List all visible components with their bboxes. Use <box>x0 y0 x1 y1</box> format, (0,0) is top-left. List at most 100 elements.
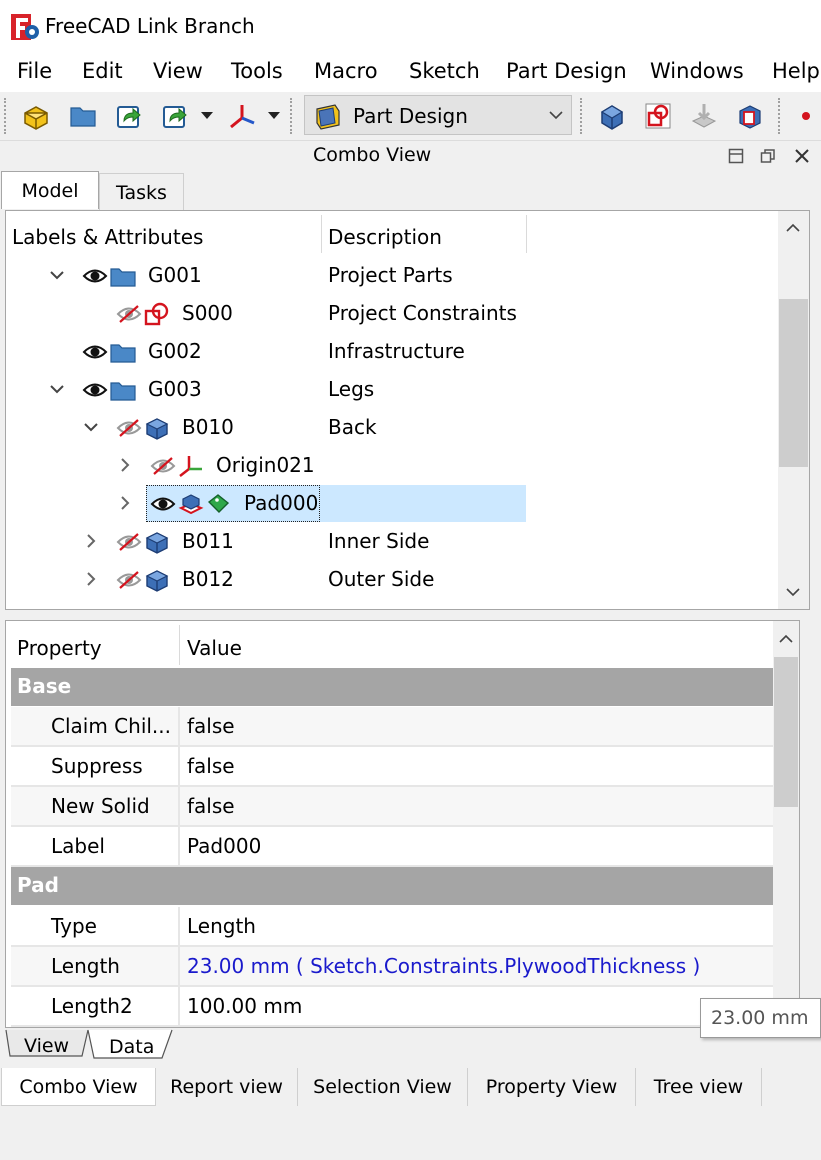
coordinate-system-button[interactable] <box>224 98 260 134</box>
tree-row[interactable]: G003 Legs <box>6 371 786 409</box>
export-button[interactable] <box>111 98 147 134</box>
property-value[interactable]: false <box>187 794 235 818</box>
property-value[interactable]: false <box>187 754 235 778</box>
tab-data[interactable]: Data <box>109 1036 154 1058</box>
property-row[interactable]: Length2 100.00 mm <box>11 987 773 1027</box>
create-body-button[interactable] <box>594 98 630 134</box>
property-scrollbar[interactable] <box>773 621 799 1027</box>
scroll-up-icon[interactable] <box>786 223 800 233</box>
eye-hidden-icon[interactable] <box>116 302 142 326</box>
restore-panel-icon[interactable] <box>760 148 776 164</box>
tab-model[interactable]: Model <box>1 171 99 209</box>
menu-file[interactable]: File <box>17 59 52 83</box>
eye-icon[interactable] <box>82 264 108 288</box>
tab-selection-view[interactable]: Selection View <box>298 1068 468 1106</box>
chevron-right-icon[interactable] <box>116 456 134 474</box>
property-column-header[interactable]: Property <box>17 636 102 660</box>
chevron-down-icon[interactable] <box>48 380 66 398</box>
tab-tasks[interactable]: Tasks <box>99 173 184 211</box>
export-arrow-icon <box>117 106 141 128</box>
eye-icon[interactable] <box>82 340 108 364</box>
property-group-base[interactable]: Base <box>11 668 773 706</box>
value-column-header[interactable]: Value <box>187 636 242 660</box>
tree-row-selected[interactable]: Pad000 <box>6 485 786 523</box>
property-value-expression[interactable]: 23.00 mm ( Sketch.Constraints.PlywoodThi… <box>187 954 700 978</box>
property-value[interactable]: false <box>187 714 235 738</box>
tab-tree-view[interactable]: Tree view <box>636 1068 762 1106</box>
property-value[interactable]: Length <box>187 914 256 938</box>
eye-hidden-icon[interactable] <box>150 454 176 478</box>
scroll-down-icon[interactable] <box>786 587 800 597</box>
chevron-right-icon[interactable] <box>82 532 100 550</box>
std-parts-button[interactable] <box>18 98 54 134</box>
tab-report-view[interactable]: Report view <box>156 1068 298 1106</box>
menu-tools[interactable]: Tools <box>231 59 283 83</box>
tree-row[interactable]: G001 Project Parts <box>6 257 786 295</box>
pocket-button[interactable] <box>732 98 768 134</box>
chevron-right-icon[interactable] <box>116 494 134 512</box>
property-scroll-thumb[interactable] <box>774 657 798 807</box>
combo-view-header: Combo View <box>0 140 821 172</box>
chevron-down-icon[interactable] <box>48 266 66 284</box>
model-tree[interactable]: Labels & Attributes Description G001 Pro… <box>5 210 810 610</box>
tab-combo-view[interactable]: Combo View <box>1 1068 156 1106</box>
tree-item-label: B010 <box>182 415 234 439</box>
coordinate-dropdown[interactable] <box>264 98 284 134</box>
menu-sketch[interactable]: Sketch <box>409 59 480 83</box>
close-icon[interactable] <box>794 148 810 164</box>
part-design-workbench-icon <box>316 104 340 130</box>
menu-windows[interactable]: Windows <box>650 59 744 83</box>
open-folder-button[interactable] <box>65 98 101 134</box>
property-row[interactable]: Suppress false <box>11 747 773 787</box>
axis-cross-icon <box>230 105 255 129</box>
scroll-up-icon[interactable] <box>779 634 793 644</box>
tree-row[interactable]: Origin021 <box>6 447 786 485</box>
tree-scrollbar[interactable] <box>778 211 809 609</box>
tab-view[interactable]: View <box>24 1035 69 1057</box>
tree-column-labels[interactable]: Labels & Attributes <box>12 225 203 249</box>
eye-icon[interactable] <box>150 492 176 516</box>
tree-row[interactable]: B012 Outer Side <box>6 561 786 599</box>
tree-row[interactable]: B010 Back <box>6 409 786 447</box>
eye-hidden-icon[interactable] <box>116 416 142 440</box>
pad-button[interactable] <box>686 98 722 134</box>
property-group-pad[interactable]: Pad <box>11 867 773 905</box>
tree-item-label: Origin021 <box>216 453 315 477</box>
pad-disabled-icon <box>691 104 717 128</box>
property-row[interactable]: Claim Chil... false <box>11 707 773 747</box>
property-row[interactable]: Label Pad000 <box>11 827 773 867</box>
menu-edit[interactable]: Edit <box>82 59 123 83</box>
chevron-down-icon[interactable] <box>82 418 100 436</box>
property-row[interactable]: New Solid false <box>11 787 773 827</box>
menu-view[interactable]: View <box>153 59 203 83</box>
eye-hidden-icon[interactable] <box>116 530 142 554</box>
property-row[interactable]: Type Length <box>11 907 773 947</box>
tree-scroll-thumb[interactable] <box>779 299 808 467</box>
menu-part-design[interactable]: Part Design <box>506 59 627 83</box>
create-sketch-button[interactable] <box>640 98 676 134</box>
tree-row[interactable]: S000 Project Constraints <box>6 295 786 333</box>
send-to-button[interactable] <box>157 98 193 134</box>
toolbar-grip[interactable] <box>4 98 10 134</box>
property-editor[interactable]: Property Value Base Claim Chil... false … <box>5 620 800 1028</box>
toolbar-grip[interactable] <box>290 98 296 134</box>
eye-icon[interactable] <box>82 378 108 402</box>
tab-property-view[interactable]: Property View <box>468 1068 636 1106</box>
tree-column-description[interactable]: Description <box>328 225 442 249</box>
menu-macro[interactable]: Macro <box>314 59 378 83</box>
property-value[interactable]: 100.00 mm <box>187 994 302 1018</box>
workbench-selector[interactable]: Part Design <box>304 95 572 135</box>
toolbar-grip[interactable] <box>580 98 586 134</box>
tree-item-description: Infrastructure <box>328 339 465 363</box>
tree-row[interactable]: G002 Infrastructure <box>6 333 786 371</box>
menu-help[interactable]: Help <box>772 59 820 83</box>
float-panel-icon[interactable] <box>728 148 744 164</box>
eye-hidden-icon[interactable] <box>116 568 142 592</box>
property-value[interactable]: Pad000 <box>187 834 261 858</box>
menu-bar: File Edit View Tools Macro Sketch Part D… <box>0 52 821 92</box>
send-to-dropdown[interactable] <box>197 98 217 134</box>
chevron-right-icon[interactable] <box>82 570 100 588</box>
record-macro-button[interactable] <box>792 98 820 134</box>
property-row[interactable]: Length 23.00 mm ( Sketch.Constraints.Ply… <box>11 947 773 987</box>
tree-row[interactable]: B011 Inner Side <box>6 523 786 561</box>
